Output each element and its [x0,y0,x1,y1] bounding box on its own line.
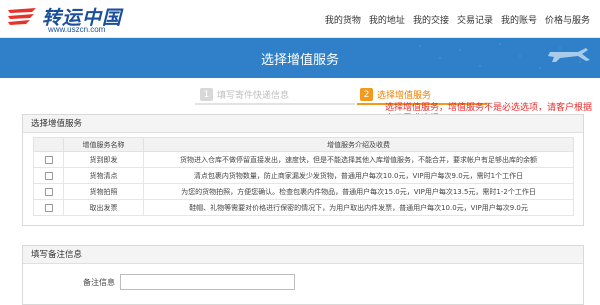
table-row: 取出发票 鞋帽、礼物等需要对价格进行保密的情况下，为用户取出内件发票，普通用户每… [33,199,574,216]
nav-price-service[interactable]: 价格与服务 [541,13,594,26]
table-row: 货物拍照 为您的货物拍照，方便您确认。检查包裹内件物品，普通用户每次15.0元，… [33,183,574,200]
logo-wings-icon [8,8,36,25]
col-select [33,137,64,152]
step-1-number: 1 [200,88,213,101]
table-row: 货到即发 货物进入仓库不做停留直接发出，速度快，但是不能选择其他入库增值服务，不… [33,151,574,168]
remarks-field: 备注信息 [23,274,323,290]
remarks-input[interactable] [120,274,295,290]
top-header: 转运中国 www.uszcn.com 我的货物 我的地址 我的交接 交易记录 我… [0,0,600,38]
table-row: 货物清点 清点包裹内货物数量，防止商家漏发少发货物，普通用户每次10.0元，VI… [33,167,574,184]
step-2: 2 选择增值服务 [360,88,431,101]
page-title: 选择增值服务 [260,53,339,68]
service-name: 货到即发 [63,151,144,168]
services-panel-title: 选择增值服务 [23,115,583,133]
table-header-row: 增值服务名称 增值服务介绍及收费 [33,137,574,152]
nav-my-handover[interactable]: 我的交接 [409,13,453,26]
step-1-label: 填写寄件快递信息 [217,91,290,101]
nav-my-address[interactable]: 我的地址 [365,13,409,26]
step-2-label: 选择增值服务 [377,91,432,101]
site-logo[interactable]: 转运中国 www.uszcn.com [6,2,126,36]
service-checkbox[interactable] [44,203,53,212]
service-checkbox[interactable] [44,187,53,196]
step-progress-done [195,103,355,105]
services-table: 增值服务名称 增值服务介绍及收费 货到即发 货物进入仓库不做停留直接发出，速度快… [33,137,574,216]
col-service-name: 增值服务名称 [63,137,144,152]
nav-transactions[interactable]: 交易记录 [453,13,497,26]
service-desc: 鞋帽、礼物等需要对价格进行保密的情况下，为用户取出内件发票，普通用户每次10.0… [143,199,574,216]
page-banner: 选择增值服务 [0,38,600,78]
service-name: 货物清点 [63,167,144,184]
service-desc: 为您的货物拍照，方便您确认。检查包裹内件物品，普通用户每次15.0元，VIP用户… [143,183,574,200]
service-checkbox[interactable] [44,171,53,180]
col-service-desc: 增值服务介绍及收费 [143,137,574,152]
remarks-panel: 填写备注信息 备注信息 [22,245,584,305]
service-desc: 货物进入仓库不做停留直接发出，速度快，但是不能选择其他入库增值服务，不能合并，要… [143,151,574,168]
service-name: 取出发票 [63,199,144,216]
nav-my-account[interactable]: 我的账号 [497,13,541,26]
step-2-number: 2 [360,88,373,101]
step-1: 1 填写寄件快递信息 [200,88,289,101]
remarks-panel-title: 填写备注信息 [23,246,583,264]
remarks-label: 备注信息 [83,278,115,287]
service-name: 货物拍照 [63,183,144,200]
logo-url: www.uszcn.com [48,25,106,34]
service-desc: 清点包裹内货物数量，防止商家漏发少发货物，普通用户每次10.0元，VIP用户每次… [143,167,574,184]
nav-my-goods[interactable]: 我的货物 [321,13,365,26]
services-panel: 选择增值服务 增值服务名称 增值服务介绍及收费 货到即发 货物进入仓库不做停留直… [22,114,584,226]
main-nav: 我的货物 我的地址 我的交接 交易记录 我的账号 价格与服务 [321,13,594,26]
service-checkbox[interactable] [44,155,53,164]
